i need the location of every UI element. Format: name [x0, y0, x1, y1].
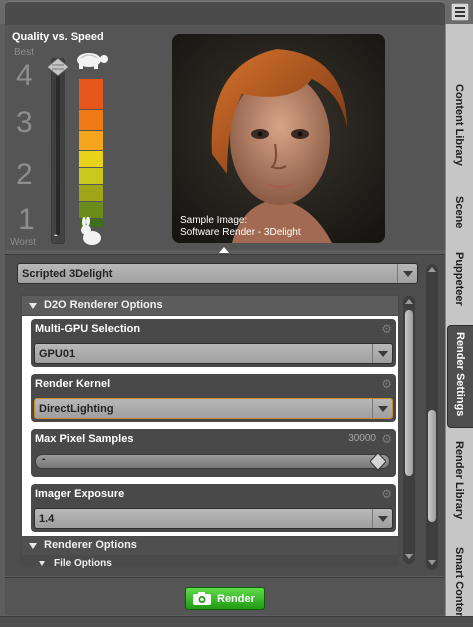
outer-scrollbar-thumb[interactable] [428, 410, 436, 522]
tab-label: Scene [453, 196, 465, 229]
render-button[interactable]: Render [185, 587, 265, 610]
tab-label: Render Settings [454, 332, 466, 417]
multi-gpu-label: Multi-GPU Selection [35, 323, 141, 335]
render-button-label: Render [217, 593, 255, 605]
tab-label: Render Library [453, 441, 465, 520]
render-kernel-label: Render Kernel [35, 378, 111, 390]
quality-slider-minus[interactable]: - [54, 229, 58, 241]
turtle-icon [72, 50, 110, 75]
panel-menu-button[interactable] [451, 3, 469, 21]
quality-meter [79, 79, 103, 228]
sample-caption: Sample Image: Software Render - 3Delight [180, 215, 301, 239]
expand-triangle-icon [29, 543, 37, 549]
tab-label: Puppeteer [453, 252, 465, 306]
tab-content-library[interactable]: Content Library [446, 84, 473, 184]
expand-triangle-icon [29, 303, 37, 309]
chevron-down-icon [397, 264, 417, 283]
imager-exposure-label: Imager Exposure [35, 488, 125, 500]
expand-triangle-icon [39, 561, 45, 566]
quality-meter-segment [79, 151, 103, 167]
camera-icon [192, 592, 212, 611]
chevron-down-icon [372, 509, 392, 528]
menu-lines-icon [455, 7, 465, 9]
d2o-options-label: D2O Renderer Options [44, 299, 163, 311]
slider-minus[interactable]: - [42, 453, 46, 465]
inner-scrollbar[interactable] [403, 296, 415, 564]
chevron-down-icon [372, 399, 392, 418]
outer-scrollbar[interactable] [426, 264, 438, 570]
quality-meter-segment [79, 202, 103, 218]
scroll-down-icon[interactable] [428, 560, 436, 565]
multi-gpu-value: GPU01 [39, 348, 76, 360]
tab-label: Content Library [453, 84, 465, 166]
inner-scrollbar-thumb[interactable] [405, 310, 413, 476]
imager-exposure-value: 1.4 [39, 513, 55, 525]
quality-level-4: 4 [16, 59, 33, 92]
tab-render-settings[interactable]: Render Settings [447, 325, 473, 428]
renderer-options-header[interactable]: Renderer Options [22, 537, 398, 555]
quality-level-1: 1 [18, 203, 35, 236]
render-engine-dropdown[interactable]: Scripted 3Delight [17, 263, 418, 284]
scroll-up-icon[interactable] [428, 267, 436, 272]
rabbit-icon [78, 216, 104, 252]
file-options-label: File Options [54, 558, 112, 569]
render-engine-value: Scripted 3Delight [22, 268, 113, 280]
render-kernel-option: Render Kernel ⚙ DirectLighting [31, 374, 396, 422]
gear-icon[interactable]: ⚙ [381, 487, 392, 501]
render-kernel-dropdown[interactable]: DirectLighting [34, 398, 393, 419]
multi-gpu-option: Multi-GPU Selection ⚙ GPU01 [31, 319, 396, 367]
quality-level-3: 3 [16, 106, 33, 139]
collapse-preview-arrow-icon[interactable] [219, 247, 229, 253]
max-pixel-samples-label: Max Pixel Samples [35, 433, 134, 445]
footer-strip [0, 616, 473, 627]
max-pixel-samples-slider[interactable]: - [35, 452, 390, 471]
sample-caption-line2: Software Render - 3Delight [180, 227, 301, 238]
scroll-up-icon[interactable] [405, 299, 413, 304]
worst-label: Worst [10, 237, 36, 248]
tab-scene[interactable]: Scene [446, 196, 473, 246]
d2o-options-header[interactable]: D2O Renderer Options [22, 296, 398, 315]
best-label: Best [14, 47, 35, 58]
tab-puppeteer[interactable]: Puppeteer [446, 252, 473, 322]
chevron-down-icon [372, 344, 392, 363]
tab-label: Smart Content [453, 547, 465, 616]
quality-meter-segment [79, 185, 103, 201]
tab-render-library[interactable]: Render Library [446, 441, 473, 541]
render-kernel-value: DirectLighting [39, 403, 114, 415]
renderer-options-label: Renderer Options [44, 539, 137, 551]
side-tab-bar: Content Library Scene Puppeteer Render S… [445, 24, 473, 616]
quality-slider-thumb[interactable] [46, 57, 70, 77]
imager-exposure-option: Imager Exposure ⚙ 1.4 [31, 484, 396, 532]
max-pixel-samples-option: Max Pixel Samples 30000 ⚙ - [31, 429, 396, 477]
file-options-header[interactable]: File Options [22, 557, 398, 569]
multi-gpu-dropdown[interactable]: GPU01 [34, 343, 393, 364]
gear-icon[interactable]: ⚙ [381, 432, 392, 446]
quality-level-2: 2 [16, 158, 33, 191]
sample-caption-line1: Sample Image: [180, 215, 248, 226]
quality-slider-groove [56, 70, 60, 235]
tab-smart-content[interactable]: Smart Content [446, 547, 473, 616]
gear-icon[interactable]: ⚙ [381, 322, 392, 336]
imager-exposure-dropdown[interactable]: 1.4 [34, 508, 393, 529]
sample-image [172, 34, 385, 243]
gear-icon[interactable]: ⚙ [381, 377, 392, 391]
quality-meter-segment [79, 168, 103, 184]
max-pixel-samples-value: 30000 [348, 433, 376, 444]
quality-meter-segment [79, 131, 103, 150]
slider-thumb[interactable] [369, 452, 387, 471]
scroll-down-icon[interactable] [405, 554, 413, 559]
pane-tab [5, 1, 445, 27]
quality-speed-title: Quality vs. Speed [12, 31, 104, 43]
quality-meter-segment [79, 79, 103, 109]
quality-meter-segment [79, 110, 103, 130]
